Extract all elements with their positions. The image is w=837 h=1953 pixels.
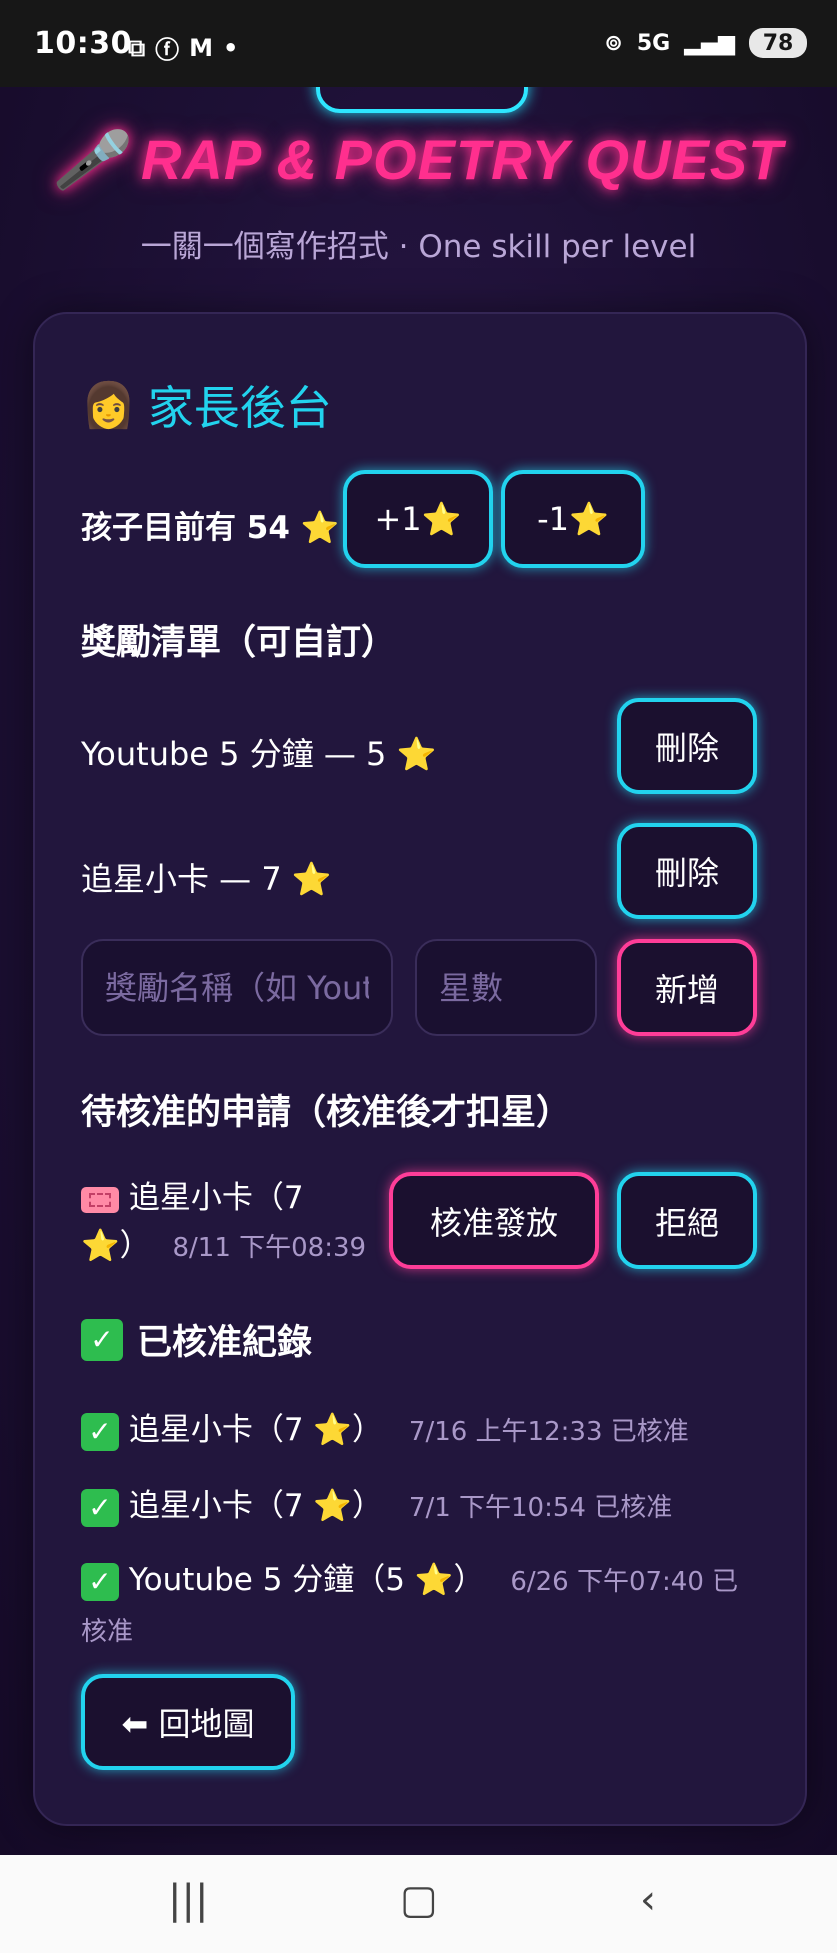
facebook-icon: ⓕ	[155, 36, 180, 64]
pending-item-label-cont: ⭐）	[81, 1228, 151, 1264]
check-icon: ✓	[81, 1412, 119, 1451]
ticket-icon	[81, 1186, 119, 1213]
hero-title: 🎤 RAP & POETRY QUEST	[0, 127, 837, 193]
remove-star-button[interactable]: -1⭐	[501, 470, 645, 568]
add-star-button[interactable]: +1⭐	[343, 470, 493, 568]
check-icon: ✓	[81, 1562, 119, 1601]
pending-item-timestamp: 8/11 下午08:39	[172, 1233, 367, 1263]
back-icon[interactable]: ‹	[640, 1877, 656, 1923]
hotspot-icon: ⊚	[604, 30, 623, 56]
delete-reward-button[interactable]: 刪除	[617, 823, 757, 919]
status-icons-right: ⊚ 5G ▂▄▆ 78	[604, 28, 807, 58]
gmail-icon: M	[189, 33, 214, 62]
parent-panel: 👩 家長後台 孩子目前有 54 ⭐ +1⭐ -1⭐ 獎勵清單（可自訂） Yout…	[33, 312, 807, 1826]
reward-stars-input[interactable]	[415, 939, 597, 1036]
reward-item-label: Youtube 5 分鐘 — 5 ⭐	[81, 735, 437, 773]
check-icon: ✓	[81, 1488, 119, 1527]
approved-item-label: 追星小卡（7 ⭐）	[128, 1412, 384, 1448]
microphone-icon: 🎤	[53, 128, 125, 191]
hero-title-text: RAP & POETRY QUEST	[140, 128, 784, 191]
page: 🎤 RAP & POETRY QUEST 一關一個寫作招式 · One skil…	[0, 87, 837, 1855]
status-time: 10:30	[34, 26, 132, 61]
screenshot-icon: ⧉	[128, 33, 146, 62]
hero-subtitle: 一關一個寫作招式 · One skill per level	[140, 229, 697, 265]
approve-button[interactable]: 核准發放	[389, 1172, 599, 1269]
approved-item: ✓ 追星小卡（7 ⭐） 7/16 上午12:33 已核准	[81, 1404, 689, 1451]
approved-item-label: 追星小卡（7 ⭐）	[128, 1488, 384, 1524]
approved-item-label: Youtube 5 分鐘（5 ⭐）	[128, 1562, 485, 1598]
status-icons-left: ⧉ ⓕ M •	[128, 30, 238, 65]
rewards-heading: 獎勵清單（可自訂）	[81, 623, 397, 663]
approved-heading-text: 已核准紀錄	[137, 1323, 313, 1363]
child-stars-label: 孩子目前有 54 ⭐	[81, 510, 340, 546]
approved-item: ✓ Youtube 5 分鐘（5 ⭐） 6/26 下午07:40 已核准	[81, 1556, 761, 1656]
battery-indicator: 78	[749, 28, 807, 58]
reward-item-label: 追星小卡 — 7 ⭐	[81, 860, 332, 898]
reward-name-input[interactable]	[81, 939, 393, 1036]
status-bar: 10:30 ⧉ ⓕ M • ⊚ 5G ▂▄▆ 78	[0, 0, 837, 87]
add-reward-button[interactable]: 新增	[617, 939, 757, 1036]
panel-title: 👩 家長後台	[81, 372, 332, 438]
delete-reward-button[interactable]: 刪除	[617, 698, 757, 794]
approved-item-meta: 7/16 上午12:33 已核准	[408, 1417, 689, 1447]
recent-apps-icon[interactable]: |||	[168, 1877, 208, 1923]
approved-heading: ✓ 已核准紀錄	[81, 1314, 312, 1365]
approved-item: ✓ 追星小卡（7 ⭐） 7/1 下午10:54 已核准	[81, 1480, 672, 1527]
network-label: 5G	[636, 30, 671, 56]
pending-heading: 待核准的申請（核准後才扣星）	[81, 1093, 572, 1133]
back-to-map-button[interactable]: ⬅ 回地圖	[81, 1674, 295, 1770]
approved-item-meta: 7/1 下午10:54 已核准	[408, 1493, 673, 1523]
reject-button[interactable]: 拒絕	[617, 1172, 757, 1269]
pending-item: 追星小卡（7 ⭐） 8/11 下午08:39	[81, 1174, 371, 1272]
check-icon: ✓	[81, 1318, 123, 1361]
panel-title-text: 家長後台	[147, 381, 332, 435]
system-nav-bar: ||| ▢ ‹	[0, 1855, 837, 1953]
home-icon[interactable]: ▢	[400, 1877, 438, 1923]
signal-icon: ▂▄▆	[684, 30, 735, 56]
pending-item-label: 追星小卡（7	[128, 1180, 304, 1216]
top-nav-pill[interactable]	[316, 87, 528, 113]
dot-icon: •	[223, 33, 239, 62]
woman-icon: 👩	[81, 380, 136, 431]
